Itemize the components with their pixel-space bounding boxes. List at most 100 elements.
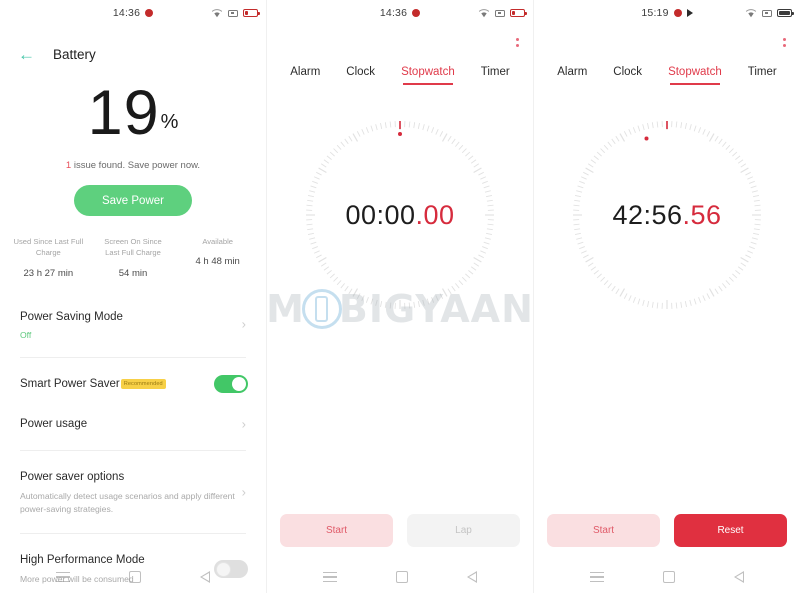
issue-text: issue found. Save power now. bbox=[71, 160, 201, 171]
page-title: Battery bbox=[53, 46, 96, 62]
stopwatch-time-main: 00:00 bbox=[345, 199, 416, 230]
battery-low-icon bbox=[243, 9, 260, 17]
screen-record-icon bbox=[228, 9, 238, 17]
stopwatch-dial: 42:56.56 bbox=[571, 119, 763, 311]
divider bbox=[20, 449, 246, 451]
status-bar-icons bbox=[478, 8, 527, 18]
battery-full-icon bbox=[777, 9, 794, 17]
stat-label: Used Since Last Full Charge bbox=[13, 237, 84, 258]
play-icon bbox=[686, 9, 693, 17]
row-title: Power usage bbox=[20, 417, 88, 430]
more-options-icon[interactable] bbox=[516, 38, 519, 47]
record-dot-icon bbox=[673, 9, 682, 17]
tab-stopwatch[interactable]: Stopwatch bbox=[401, 66, 455, 85]
reset-button[interactable]: Reset bbox=[674, 514, 787, 547]
stat-label: Available bbox=[202, 237, 234, 246]
stat-used-since-last-full-charge: Used Since Last Full Charge 23 h 27 min bbox=[6, 236, 91, 279]
stat-value: 4 h 48 min bbox=[195, 256, 240, 268]
tab-timer[interactable]: Timer bbox=[481, 66, 510, 85]
recents-menu-icon[interactable] bbox=[322, 572, 337, 582]
home-square-icon[interactable] bbox=[662, 571, 675, 583]
clock-app-toolbar bbox=[534, 26, 800, 62]
battery-stats: Used Since Last Full Charge 23 h 27 min … bbox=[0, 236, 266, 279]
navigation-bar bbox=[534, 561, 800, 593]
status-bar: 14:36 bbox=[0, 0, 266, 26]
record-dot-icon bbox=[145, 9, 154, 17]
navigation-bar bbox=[267, 561, 533, 593]
wifi-icon bbox=[478, 9, 490, 18]
record-dot-icon bbox=[412, 9, 421, 17]
status-bar: 14:36 bbox=[267, 0, 533, 26]
battery-settings-screen: 14:36 ← Battery 19% 1 issue found. Save … bbox=[0, 0, 266, 593]
home-square-icon[interactable] bbox=[128, 571, 141, 583]
back-triangle-icon[interactable] bbox=[467, 571, 478, 583]
list-item-power-usage[interactable]: Power usage › bbox=[0, 404, 266, 444]
stat-label: Screen On Since Last Full Charge bbox=[104, 237, 162, 258]
back-arrow-icon[interactable]: ← bbox=[18, 46, 35, 63]
stopwatch-dial: 00:00.00 bbox=[304, 119, 496, 311]
battery-header: ← Battery bbox=[0, 26, 266, 68]
stopwatch-time: 42:56.56 bbox=[571, 119, 763, 311]
status-bar-clock: 15:19 bbox=[641, 7, 669, 19]
stat-available: Available 4 h 48 min bbox=[175, 236, 260, 279]
stopwatch-time-main: 42:56 bbox=[612, 199, 683, 230]
screen-record-icon bbox=[762, 9, 772, 17]
screenshot-root: 14:36 ← Battery 19% 1 issue found. Save … bbox=[0, 0, 800, 593]
stat-screen-on-since-last-full-charge: Screen On Since Last Full Charge 54 min bbox=[91, 236, 176, 279]
tab-timer[interactable]: Timer bbox=[748, 66, 777, 85]
status-bar-icons bbox=[211, 8, 260, 18]
save-power-button[interactable]: Save Power bbox=[74, 185, 192, 216]
tab-alarm[interactable]: Alarm bbox=[290, 66, 320, 85]
start-button[interactable]: Start bbox=[280, 514, 393, 547]
chevron-right-icon: › bbox=[241, 484, 246, 500]
tab-alarm[interactable]: Alarm bbox=[557, 66, 587, 85]
recents-menu-icon[interactable] bbox=[55, 572, 70, 582]
tab-clock[interactable]: Clock bbox=[613, 66, 642, 85]
back-triangle-icon[interactable] bbox=[734, 571, 745, 583]
chevron-right-icon: › bbox=[241, 316, 246, 332]
tab-stopwatch[interactable]: Stopwatch bbox=[668, 66, 722, 85]
back-triangle-icon[interactable] bbox=[200, 571, 211, 583]
clock-app-tabs: Alarm Clock Stopwatch Timer bbox=[534, 66, 800, 85]
divider bbox=[20, 356, 246, 358]
stopwatch-time-ms: .00 bbox=[415, 199, 455, 230]
status-bar-clock: 14:36 bbox=[112, 7, 141, 19]
chevron-right-icon: › bbox=[241, 416, 246, 432]
status-bar-clock: 14:36 bbox=[379, 7, 408, 19]
smart-power-saver-toggle[interactable] bbox=[214, 374, 248, 393]
lap-button[interactable]: Lap bbox=[407, 514, 520, 547]
stat-value: 23 h 27 min bbox=[23, 267, 74, 279]
status-bar: 15:19 bbox=[534, 0, 800, 26]
battery-percentage-value: 19 bbox=[87, 78, 160, 148]
tab-clock[interactable]: Clock bbox=[346, 66, 375, 85]
list-item-power-saving-mode[interactable]: Power Saving Mode Off › bbox=[0, 297, 266, 351]
stopwatch-controls: Start Lap bbox=[267, 514, 533, 547]
stopwatch-time-ms: .56 bbox=[682, 199, 722, 230]
battery-options-list: Power Saving Mode Off › Smart Power Save… bbox=[0, 297, 266, 593]
issue-notice: 1 issue found. Save power now. bbox=[0, 160, 266, 171]
stopwatch-running-screen: 15:19 Alarm Clock Stopwatch Timer 42:56 … bbox=[533, 0, 800, 593]
row-title: Smart Power Saver bbox=[20, 377, 120, 390]
navigation-bar bbox=[0, 561, 266, 593]
stopwatch-time: 00:00.00 bbox=[304, 119, 496, 311]
clock-app-toolbar bbox=[267, 26, 533, 62]
row-subtitle: Off bbox=[20, 329, 32, 340]
wifi-icon bbox=[211, 9, 223, 18]
wifi-icon bbox=[745, 9, 757, 18]
stat-value: 54 min bbox=[118, 267, 148, 279]
stopwatch-idle-screen: 14:36 Alarm Clock Stopwatch Timer 00:00 … bbox=[266, 0, 533, 593]
screen-record-icon bbox=[495, 9, 505, 17]
recents-menu-icon[interactable] bbox=[589, 572, 604, 582]
status-bar-icons bbox=[745, 8, 794, 18]
battery-percentage-block: 19% bbox=[0, 82, 266, 145]
row-title: Power saver options bbox=[20, 470, 125, 483]
list-item-smart-power-saver[interactable]: Smart Power Saver Recommended bbox=[0, 364, 266, 404]
home-square-icon[interactable] bbox=[395, 571, 408, 583]
row-subtitle: Automatically detect usage scenarios and… bbox=[20, 490, 235, 515]
more-options-icon[interactable] bbox=[783, 38, 786, 47]
divider bbox=[20, 533, 246, 535]
clock-app-tabs: Alarm Clock Stopwatch Timer bbox=[267, 66, 533, 85]
percent-symbol: % bbox=[160, 111, 179, 133]
list-item-power-saver-options[interactable]: Power saver options Automatically detect… bbox=[0, 457, 266, 528]
start-button[interactable]: Start bbox=[547, 514, 660, 547]
